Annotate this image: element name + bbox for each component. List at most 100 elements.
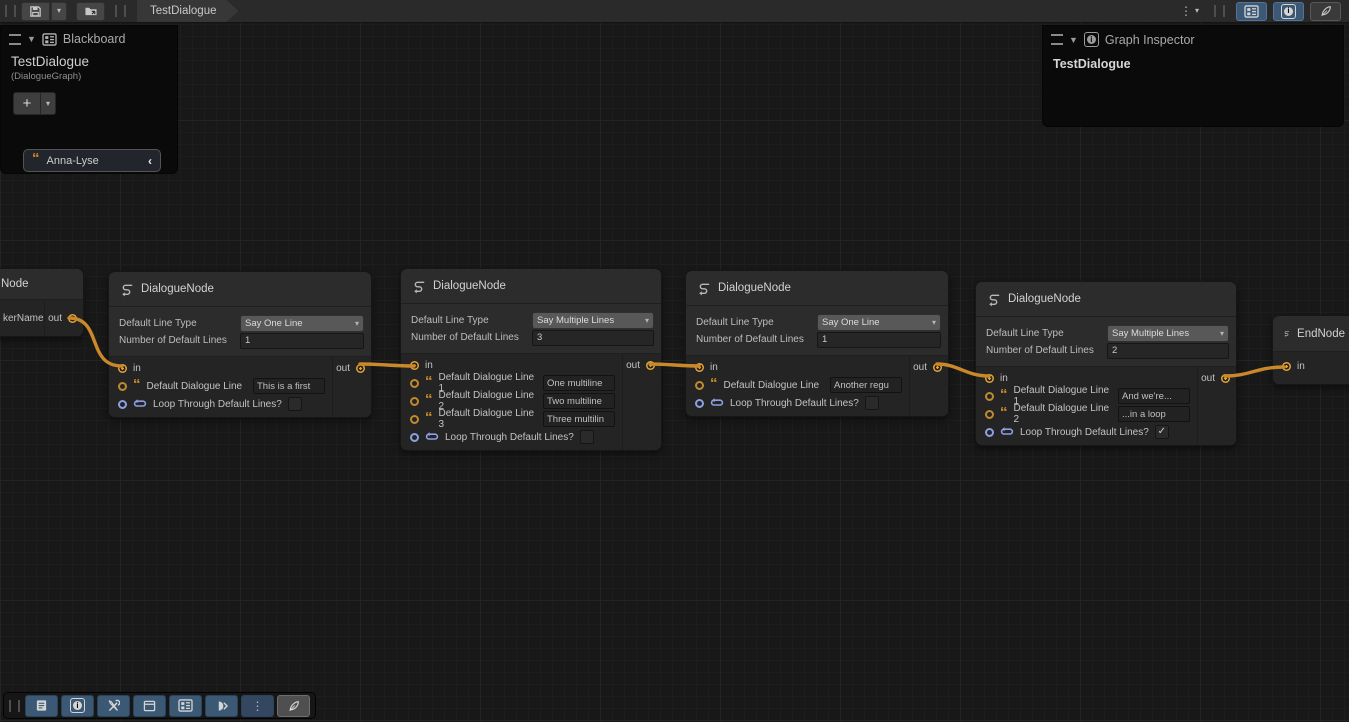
chevron-down-icon: ▾ xyxy=(645,316,649,325)
dialogue-node-1[interactable]: DialogueNode Default Line Type Say One L… xyxy=(108,271,372,418)
overlay-menu-button[interactable]: ⋮ ▾ xyxy=(1176,5,1203,17)
line-count-field[interactable]: 1 xyxy=(240,333,364,349)
quote-icon xyxy=(425,380,433,387)
dialogue-node-4[interactable]: DialogueNode Default Line Type Say Multi… xyxy=(975,281,1237,446)
drag-handle-icon[interactable] xyxy=(9,34,21,45)
graph-asset-type: (DialogueGraph) xyxy=(11,71,167,82)
field-label: Number of Default Lines xyxy=(119,335,240,346)
field-label: kerName xyxy=(0,300,44,336)
toolbar-drag-handle[interactable] xyxy=(1214,5,1225,17)
line-count-field[interactable]: 3 xyxy=(532,330,654,346)
quote-icon xyxy=(1000,411,1008,418)
dialogue-line-field[interactable]: Three multilin xyxy=(543,411,615,427)
half-disc-chevron-icon xyxy=(215,700,229,712)
loop-icon xyxy=(710,397,724,409)
input-port[interactable] xyxy=(695,399,704,408)
node-title: DialogueNode xyxy=(1008,293,1081,305)
input-port[interactable] xyxy=(985,410,994,419)
input-port[interactable] xyxy=(410,379,419,388)
window-panel-button[interactable] xyxy=(133,695,166,717)
collapse-triangle-icon[interactable]: ▼ xyxy=(1069,35,1078,45)
input-port[interactable] xyxy=(695,381,704,390)
input-port[interactable] xyxy=(118,382,127,391)
dialogue-line-field[interactable]: One multiline xyxy=(543,375,615,391)
loop-icon xyxy=(1000,426,1014,438)
input-port[interactable] xyxy=(118,400,127,409)
document-lines-icon xyxy=(35,699,48,712)
loop-checkbox[interactable] xyxy=(580,430,594,444)
dialogue-line-field[interactable]: Another regu xyxy=(830,377,902,393)
graph-inspector-toggle-button[interactable]: i xyxy=(1273,2,1304,21)
node-title: DialogueNode xyxy=(141,283,214,295)
info-icon: i xyxy=(70,698,85,713)
overlay-kebab-button[interactable]: ⋮ xyxy=(241,695,274,717)
save-button[interactable] xyxy=(21,2,50,21)
input-port[interactable] xyxy=(985,392,994,401)
add-variable-dropdown[interactable]: ▾ xyxy=(41,92,56,115)
blackboard-entry[interactable]: Anna-Lyse ‹ xyxy=(23,149,161,172)
end-node[interactable]: EndNode in xyxy=(1272,315,1349,385)
node-title: Node xyxy=(1,278,29,290)
node-title: DialogueNode xyxy=(718,282,791,294)
edge[interactable] xyxy=(650,364,699,366)
field-label: Default Line Type xyxy=(696,317,817,328)
line-type-dropdown[interactable]: Say Multiple Lines▾ xyxy=(532,312,654,329)
console-panel-button[interactable] xyxy=(25,695,58,717)
blackboard-icon xyxy=(178,699,193,712)
line-type-dropdown[interactable]: Say One Line▾ xyxy=(817,314,941,331)
graph-asset-name: TestDialogue xyxy=(11,54,167,69)
input-port[interactable] xyxy=(410,415,419,424)
panel-title: Blackboard xyxy=(63,32,126,46)
field-label: Number of Default Lines xyxy=(696,334,817,345)
quote-icon xyxy=(425,416,433,423)
port-label: out xyxy=(48,313,62,324)
line-type-dropdown[interactable]: Say One Line▾ xyxy=(240,315,364,332)
dialogue-tool-toggle-button[interactable] xyxy=(1310,2,1341,21)
blackboard-panel-button[interactable] xyxy=(169,695,202,717)
dialogue-line-field[interactable]: Two multiline xyxy=(543,393,615,409)
dialogue-tool-button[interactable] xyxy=(277,695,310,717)
blackboard-panel[interactable]: ▼ Blackboard TestDialogue (DialogueGraph… xyxy=(0,25,178,174)
input-port[interactable] xyxy=(985,428,994,437)
loop-checkbox[interactable] xyxy=(865,396,879,410)
add-variable-button[interactable]: + xyxy=(13,92,41,115)
toolbar-drag-handle[interactable] xyxy=(5,5,16,17)
toolbar-drag-handle[interactable] xyxy=(115,5,126,17)
input-port[interactable] xyxy=(410,397,419,406)
dialogue-line-field[interactable]: This is a first xyxy=(253,378,325,394)
edge[interactable] xyxy=(360,364,414,366)
save-dropdown-button[interactable]: ▾ xyxy=(51,2,67,21)
graph-breadcrumb-tab[interactable]: TestDialogue xyxy=(137,0,238,22)
folder-open-icon xyxy=(84,5,98,17)
dialogue-node-3[interactable]: DialogueNode Default Line Type Say One L… xyxy=(685,270,949,417)
tools-panel-button[interactable] xyxy=(97,695,130,717)
blackboard-icon xyxy=(42,33,57,46)
blackboard-toggle-button[interactable] xyxy=(1236,2,1267,21)
graph-editor-canvas[interactable]: Node kerName out DialogueNode Default Li… xyxy=(0,0,1349,722)
line-count-field[interactable]: 1 xyxy=(817,332,941,348)
line-count-field[interactable]: 2 xyxy=(1107,343,1229,359)
speaker-node-partial[interactable]: Node kerName out xyxy=(0,268,84,337)
loop-checkbox[interactable]: ✓ xyxy=(1155,425,1169,439)
dialogue-node-2[interactable]: DialogueNode Default Line Type Say Multi… xyxy=(400,268,662,451)
flow-icon xyxy=(1283,326,1290,341)
line-type-dropdown[interactable]: Say Multiple Lines▾ xyxy=(1107,325,1229,342)
graph-inspector-panel[interactable]: ▼ i Graph Inspector TestDialogue xyxy=(1042,25,1344,127)
panel-title: Graph Inspector xyxy=(1105,33,1195,47)
collapse-triangle-icon[interactable]: ▼ xyxy=(27,34,36,44)
loop-checkbox[interactable] xyxy=(288,397,302,411)
chevron-left-icon[interactable]: ‹ xyxy=(148,154,152,168)
drag-handle-icon[interactable] xyxy=(1051,34,1063,45)
quote-icon xyxy=(710,382,718,389)
toolbar-drag-handle[interactable] xyxy=(9,700,20,712)
dialogue-line-field[interactable]: And we're... xyxy=(1118,388,1190,404)
flow-icon xyxy=(411,279,426,294)
open-asset-button[interactable] xyxy=(76,2,105,21)
dialogue-line-field[interactable]: ...in a loop xyxy=(1118,406,1190,422)
field-label: Default Line Type xyxy=(411,315,532,326)
inspector-panel-button[interactable]: i xyxy=(61,695,94,717)
preview-panel-button[interactable] xyxy=(205,695,238,717)
input-port[interactable] xyxy=(410,433,419,442)
field-label: Default Line Type xyxy=(119,318,240,329)
top-toolbar: ▾ TestDialogue ⋮ ▾ i xyxy=(0,0,1349,23)
